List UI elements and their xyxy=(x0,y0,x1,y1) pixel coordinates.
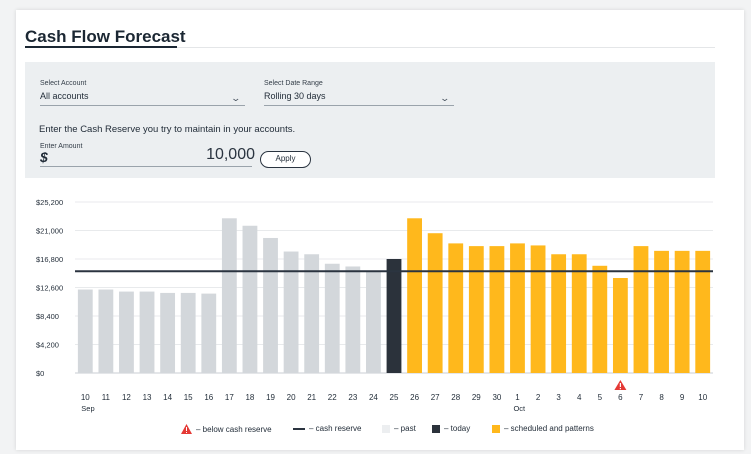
account-select-underline xyxy=(40,105,245,106)
legend-scheduled: – scheduled and patterns xyxy=(492,424,594,433)
legend-scheduled-label: – scheduled and patterns xyxy=(504,424,594,433)
range-select-label: Select Date Range xyxy=(264,80,323,87)
account-select-label: Select Account xyxy=(40,80,87,87)
past-swatch xyxy=(382,424,390,433)
legend-below-label: – below cash reserve xyxy=(196,424,272,434)
currency-symbol: $ xyxy=(40,149,48,165)
title-underline xyxy=(25,46,177,48)
range-select-value[interactable]: Rolling 30 days xyxy=(264,91,326,101)
reserve-prompt: Enter the Cash Reserve you try to mainta… xyxy=(39,124,296,135)
legend-today: – today xyxy=(432,424,470,433)
page-title: Cash Flow Forecast xyxy=(25,27,186,46)
legend-reserve: – cash reserve xyxy=(293,424,361,433)
chevron-down-icon[interactable]: ⌄ xyxy=(439,93,450,104)
legend-today-label: – today xyxy=(444,424,471,433)
chevron-down-icon[interactable]: ⌄ xyxy=(230,93,241,104)
legend-past-label: – past xyxy=(394,424,416,433)
range-select-underline xyxy=(264,105,454,106)
amount-input[interactable]: 10,000 xyxy=(145,146,255,164)
legend-past: – past xyxy=(382,424,416,433)
today-swatch xyxy=(432,424,440,433)
chart-legend: – below cash reserve – cash reserve – pa… xyxy=(0,424,751,438)
amount-underline xyxy=(40,166,252,167)
scheduled-swatch xyxy=(492,424,500,433)
apply-button[interactable]: Apply xyxy=(260,151,311,168)
legend-below-reserve: – below cash reserve xyxy=(181,424,272,434)
warning-icon xyxy=(181,424,192,434)
reserve-line-swatch xyxy=(293,427,305,430)
account-select-value[interactable]: All accounts xyxy=(40,91,89,101)
legend-reserve-label: – cash reserve xyxy=(309,424,362,433)
filter-panel: Select Account All accounts ⌄ Select Dat… xyxy=(25,62,715,178)
